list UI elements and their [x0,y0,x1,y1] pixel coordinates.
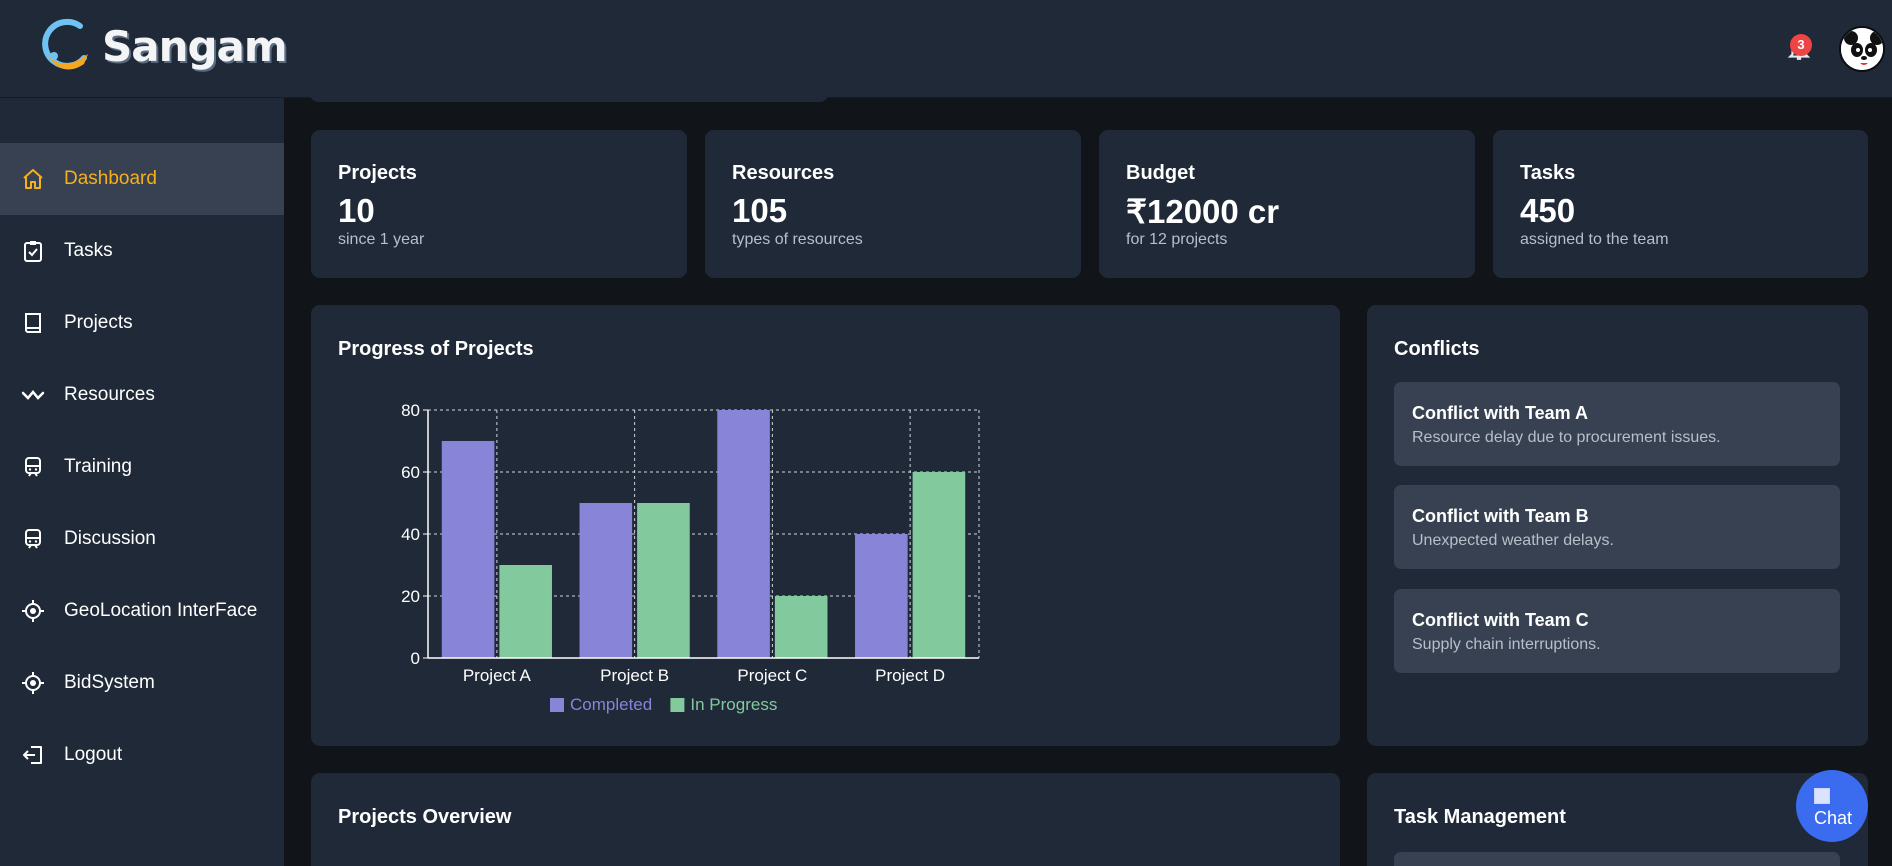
sidebar-item-label: Projects [64,312,133,333]
legend-label: Completed [570,695,652,714]
x-tick-label: Project B [600,666,669,685]
stat-subtitle: types of resources [732,231,863,248]
sidebar-item-logout[interactable]: Logout [0,719,284,791]
conflict-description: Supply chain interruptions. [1412,636,1601,653]
target-icon [20,670,46,696]
stat-subtitle: assigned to the team [1520,231,1669,248]
wave-icon [20,382,46,408]
logo-icon [42,18,88,70]
conflict-title: Conflict with Team B [1412,506,1589,526]
home-icon [20,166,46,192]
y-tick-label: 40 [401,525,420,544]
chat-button[interactable]: Chat [1796,770,1868,842]
top-bar: Sangam 3 [0,0,1892,98]
sidebar-item-bidsystem[interactable]: BidSystem [0,647,284,719]
stat-value: 10 [338,192,375,229]
stat-title: Budget [1126,162,1195,184]
sidebar-item-label: Logout [64,744,123,765]
conflicts-panel: Conflicts Conflict with Team A Resource … [1367,305,1868,746]
bar-in-progress [774,596,828,658]
y-tick-label: 20 [401,587,420,606]
conflict-card[interactable]: Conflict with Team B Unexpected weather … [1394,485,1840,569]
sidebar-item-geolocation[interactable]: GeoLocation InterFace [0,575,284,647]
panel-title: Conflicts [1394,338,1480,360]
conflict-description: Resource delay due to procurement issues… [1412,429,1721,446]
conflict-card[interactable]: Conflict with Team A Resource delay due … [1394,382,1840,466]
x-tick-label: Project D [875,666,945,685]
stat-value: ₹12000 cr [1126,193,1280,230]
panel-title: Projects Overview [338,806,512,828]
bar-completed [441,441,495,658]
conflict-description: Unexpected weather delays. [1412,532,1614,549]
progress-bar-chart: 0 20 40 60 80 Project A Project B Project C Proj… [401,401,980,714]
app-logo[interactable]: Sangam [40,18,288,74]
sidebar-item-tasks[interactable]: Tasks [0,215,284,287]
y-tick-label: 0 [411,649,420,668]
panel-title: Progress of Projects [338,338,534,360]
task-card[interactable] [1394,852,1840,866]
legend-swatch [670,698,685,712]
sidebar-item-training[interactable]: Training [0,431,284,503]
y-tick-label: 80 [401,401,420,420]
panda-avatar-icon [1841,28,1883,70]
sidebar-item-label: Dashboard [64,168,157,189]
train-icon [20,454,46,480]
bar-in-progress [912,472,966,658]
conflict-card[interactable]: Conflict with Team C Supply chain interr… [1394,589,1840,673]
broken-image-icon [1814,788,1830,804]
stat-card-tasks: Tasks 450 assigned to the team [1493,130,1868,278]
task-management-panel: Task Management [1367,773,1868,866]
sidebar-item-label: Resources [64,384,155,405]
bar-in-progress [499,565,552,658]
sidebar-item-label: GeoLocation InterFace [64,600,258,621]
app-name: Sangam [102,21,288,71]
stat-title: Projects [338,162,417,184]
projects-overview-panel: Projects Overview [311,773,1340,866]
train-icon [20,526,46,552]
search-bar-remnant [310,92,828,102]
clipboard-check-icon [20,238,46,264]
panel-title: Task Management [1394,806,1566,828]
sidebar-item-dashboard[interactable]: Dashboard [0,143,284,215]
conflict-title: Conflict with Team A [1412,403,1589,423]
bar-in-progress [637,503,690,658]
bar-completed [855,534,908,658]
sidebar-item-label: Tasks [64,240,113,261]
progress-panel: Progress of Projects 0 20 40 60 80 Project A P… [311,305,1340,746]
stat-card-budget: Budget ₹12000 cr for 12 projects [1099,130,1475,278]
y-tick-label: 60 [401,463,420,482]
legend-swatch [550,698,564,712]
bar-completed [579,503,633,658]
logout-icon [20,742,46,768]
conflict-title: Conflict with Team C [1412,610,1589,630]
stat-title: Resources [732,162,835,184]
stat-subtitle: since 1 year [338,231,425,248]
stat-value: 105 [732,192,788,229]
stat-subtitle: for 12 projects [1126,231,1228,248]
x-tick-label: Project A [463,666,532,685]
sidebar-item-label: Discussion [64,528,156,549]
avatar[interactable] [1839,26,1885,72]
chat-label: Chat [1814,808,1853,828]
legend-label: In Progress [690,695,777,714]
sidebar-item-label: BidSystem [64,672,155,693]
stat-title: Tasks [1520,162,1576,184]
book-icon [20,310,46,336]
stat-card-projects: Projects 10 since 1 year [311,130,687,278]
sidebar-item-label: Training [64,456,132,477]
stat-card-resources: Resources 105 types of resources [705,130,1081,278]
sidebar: Dashboard Tasks Projects Resources Train… [0,98,284,866]
sidebar-item-discussion[interactable]: Discussion [0,503,284,575]
sidebar-item-projects[interactable]: Projects [0,287,284,359]
stat-value: 450 [1520,192,1576,229]
target-icon [20,598,46,624]
bar-completed [717,410,770,658]
notification-badge: 3 [1790,34,1812,56]
x-tick-label: Project C [737,666,807,685]
sidebar-item-resources[interactable]: Resources [0,359,284,431]
